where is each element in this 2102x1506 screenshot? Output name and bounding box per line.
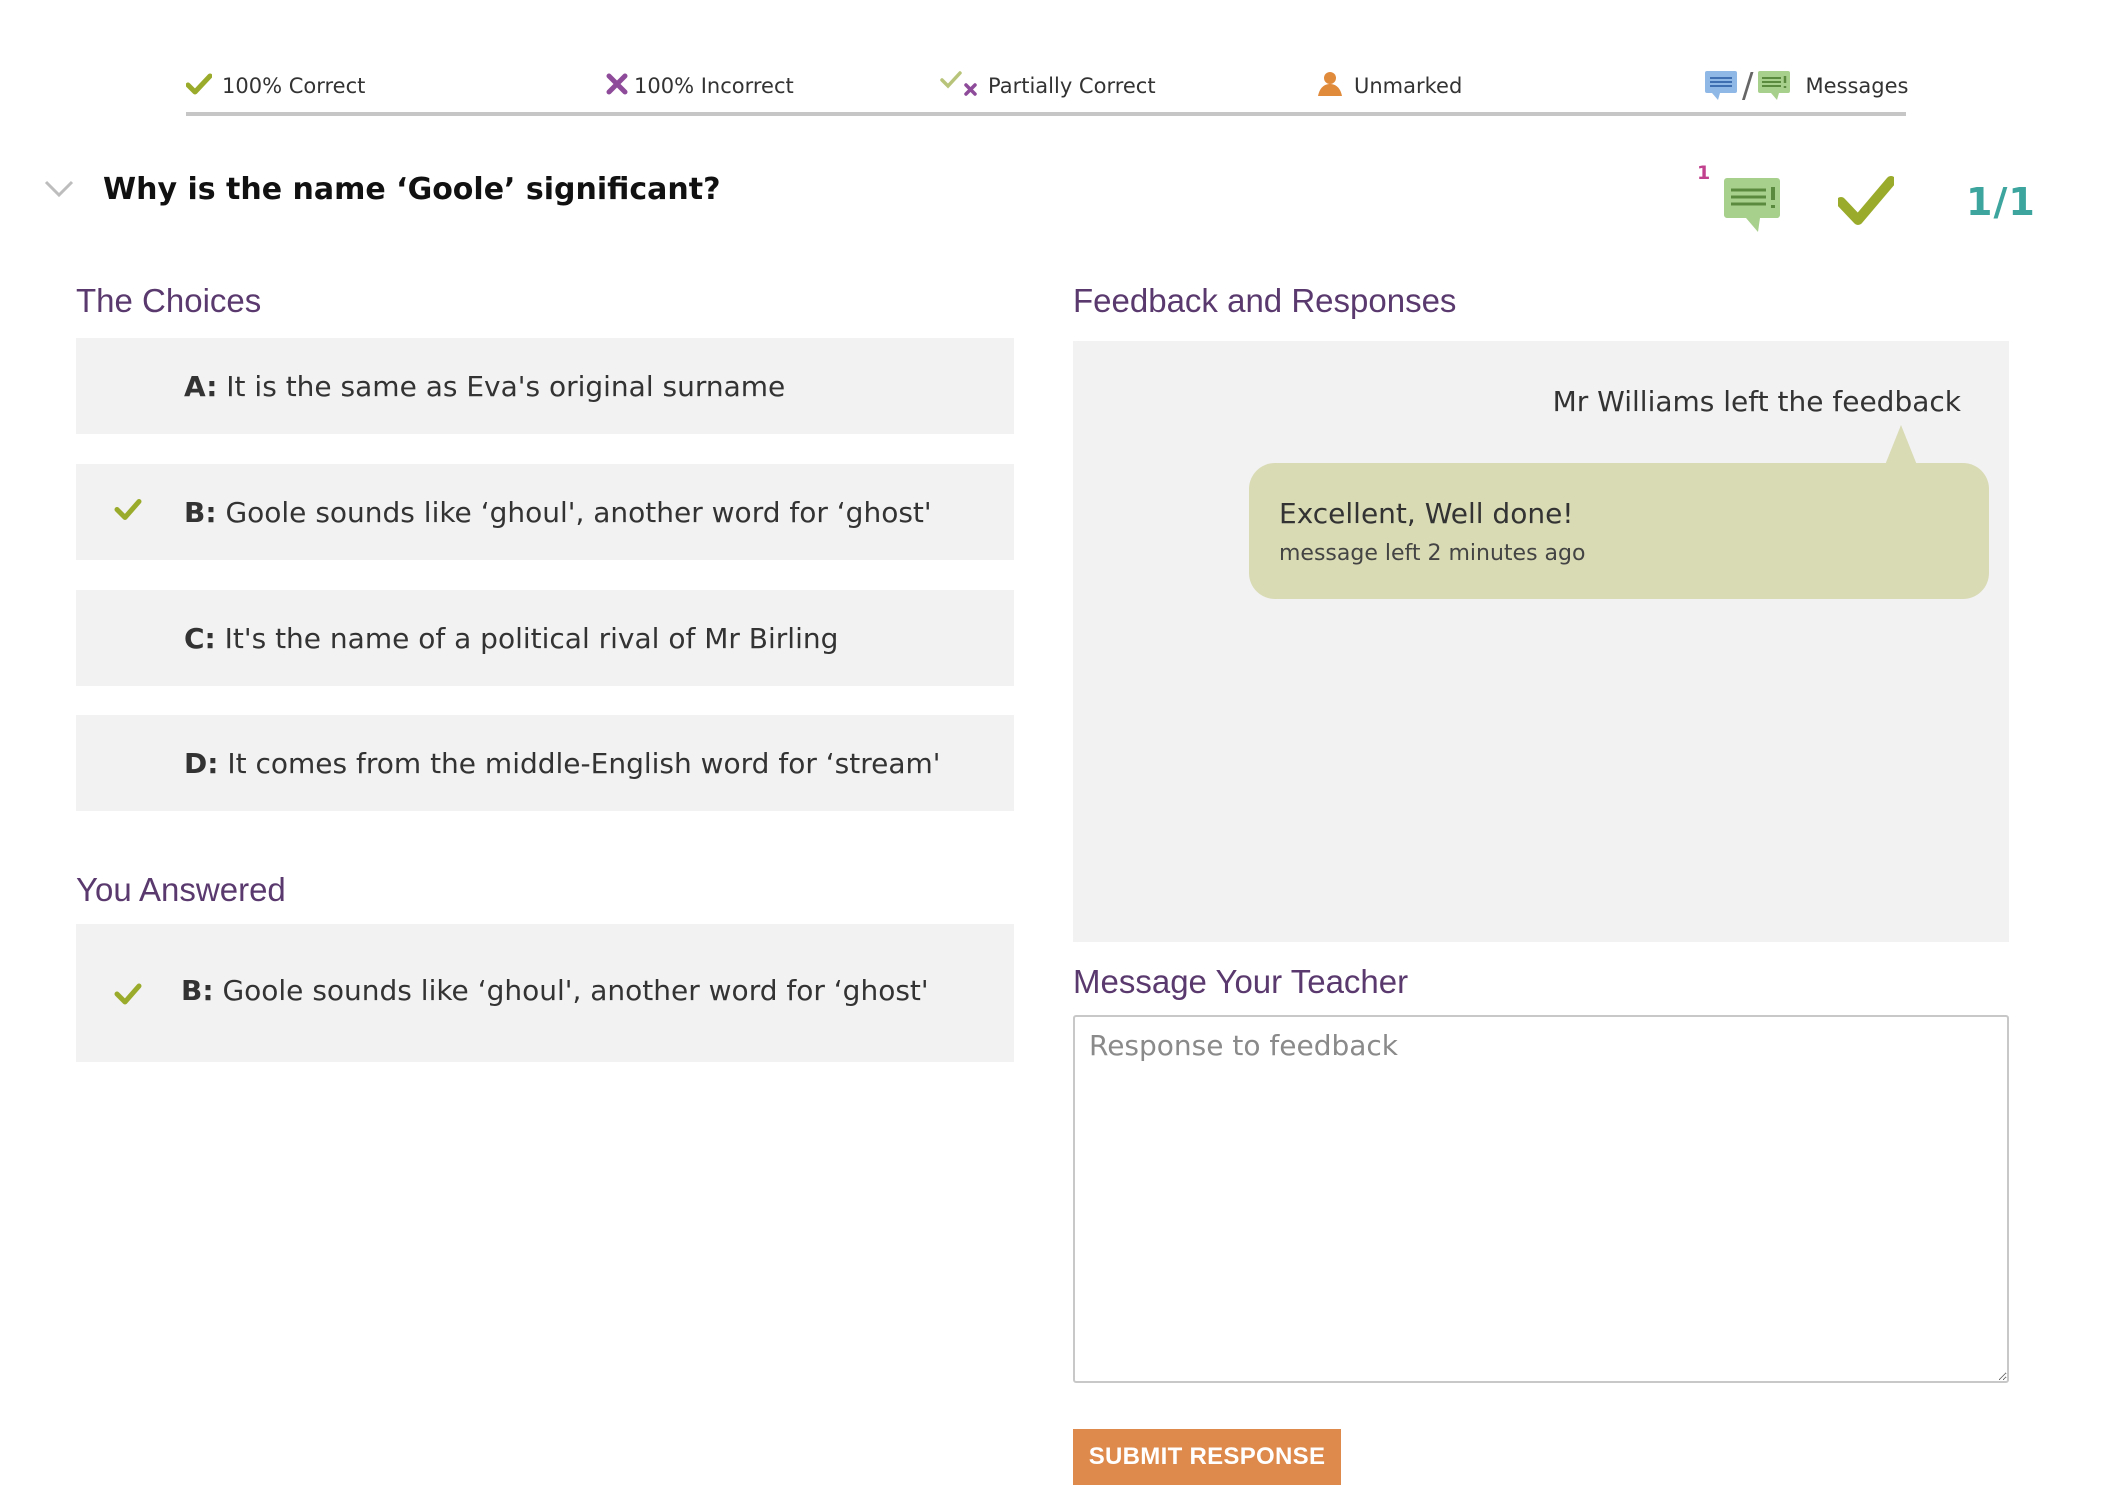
choice-text: B: Goole sounds like ‘ghoul', another wo… — [184, 496, 932, 529]
submit-response-button[interactable]: SUBMIT RESPONSE — [1073, 1429, 1341, 1485]
legend-correct: 100% Correct — [185, 66, 366, 106]
choice-letter: D: — [184, 746, 219, 780]
legend-messages: / Messages — [1704, 66, 1908, 106]
choice-letter: A: — [184, 369, 218, 403]
legend-incorrect: 100% Incorrect — [606, 66, 794, 106]
legend-incorrect-label: 100% Incorrect — [634, 74, 794, 98]
check-icon — [1836, 176, 1896, 232]
choice-letter: C: — [184, 621, 216, 655]
legend-unmarked: Unmarked — [1316, 66, 1462, 106]
response-textarea[interactable] — [1073, 1015, 2009, 1383]
choice-a: A: It is the same as Eva's original surn… — [76, 338, 1014, 434]
choice-text: D: It comes from the middle-English word… — [184, 747, 940, 780]
legend-partial: Partially Correct — [940, 66, 1156, 106]
legend-messages-label: Messages — [1805, 74, 1909, 98]
choice-b: B: Goole sounds like ‘ghoul', another wo… — [76, 464, 1014, 560]
message-teacher-heading: Message Your Teacher — [1073, 963, 1409, 1000]
feedback-bubble: Excellent, Well done! message left 2 min… — [1249, 425, 1989, 599]
choice-label: Goole sounds like ‘ghoul', another word … — [216, 495, 932, 529]
feedback-message: Excellent, Well done! — [1279, 497, 1574, 530]
choice-label: It is the same as Eva's original surname — [217, 369, 786, 403]
answered-letter: B: — [181, 974, 214, 1007]
answered-heading: You Answered — [76, 871, 286, 908]
message-icon — [1758, 71, 1791, 100]
question-title: Why is the name ‘Goole’ significant? — [103, 172, 721, 207]
choice-label: It's the name of a political rival of Mr… — [215, 621, 839, 655]
choice-letter: B: — [184, 495, 217, 529]
choice-d: D: It comes from the middle-English word… — [76, 715, 1014, 811]
legend-bar: 100% Correct 100% Incorrect Partially Co… — [185, 62, 1908, 116]
feedback-author: Mr Williams left the feedback — [1552, 385, 1961, 418]
choice-c: C: It's the name of a political rival of… — [76, 590, 1014, 686]
quiz-review-page: 100% Correct 100% Incorrect Partially Co… — [0, 0, 2102, 1506]
message-icon — [1705, 71, 1737, 100]
chevron-down-icon[interactable] — [44, 180, 74, 202]
choice-label: It comes from the middle-English word fo… — [218, 746, 941, 780]
answered-label: Goole sounds like ‘ghoul', another word … — [213, 974, 929, 1007]
choices-heading: The Choices — [76, 282, 262, 319]
question-score: 1/1 — [1966, 180, 2036, 224]
check-icon — [114, 496, 142, 529]
choice-text: A: It is the same as Eva's original surn… — [184, 370, 785, 403]
cross-icon — [606, 73, 628, 100]
check-icon — [114, 980, 142, 1013]
choice-text: C: It's the name of a political rival of… — [184, 622, 838, 655]
feedback-panel: Mr Williams left the feedback Excellent,… — [1073, 341, 2009, 942]
legend-unmarked-label: Unmarked — [1354, 74, 1463, 98]
legend-partial-label: Partially Correct — [988, 74, 1156, 98]
unmarked-icon — [1316, 71, 1344, 102]
feedback-timestamp: message left 2 minutes ago — [1279, 541, 1586, 566]
message-count-badge: 1 — [1697, 162, 1711, 184]
message-icon-pair: / — [1704, 69, 1791, 103]
partial-icon — [940, 70, 978, 102]
answered-text: B: Goole sounds like ‘ghoul', another wo… — [181, 974, 929, 1007]
legend-correct-label: 100% Correct — [222, 74, 366, 98]
message-icon[interactable] — [1722, 176, 1782, 240]
check-icon — [185, 73, 213, 100]
answered-box: B: Goole sounds like ‘ghoul', another wo… — [76, 924, 1014, 1062]
feedback-heading: Feedback and Responses — [1073, 282, 1457, 319]
